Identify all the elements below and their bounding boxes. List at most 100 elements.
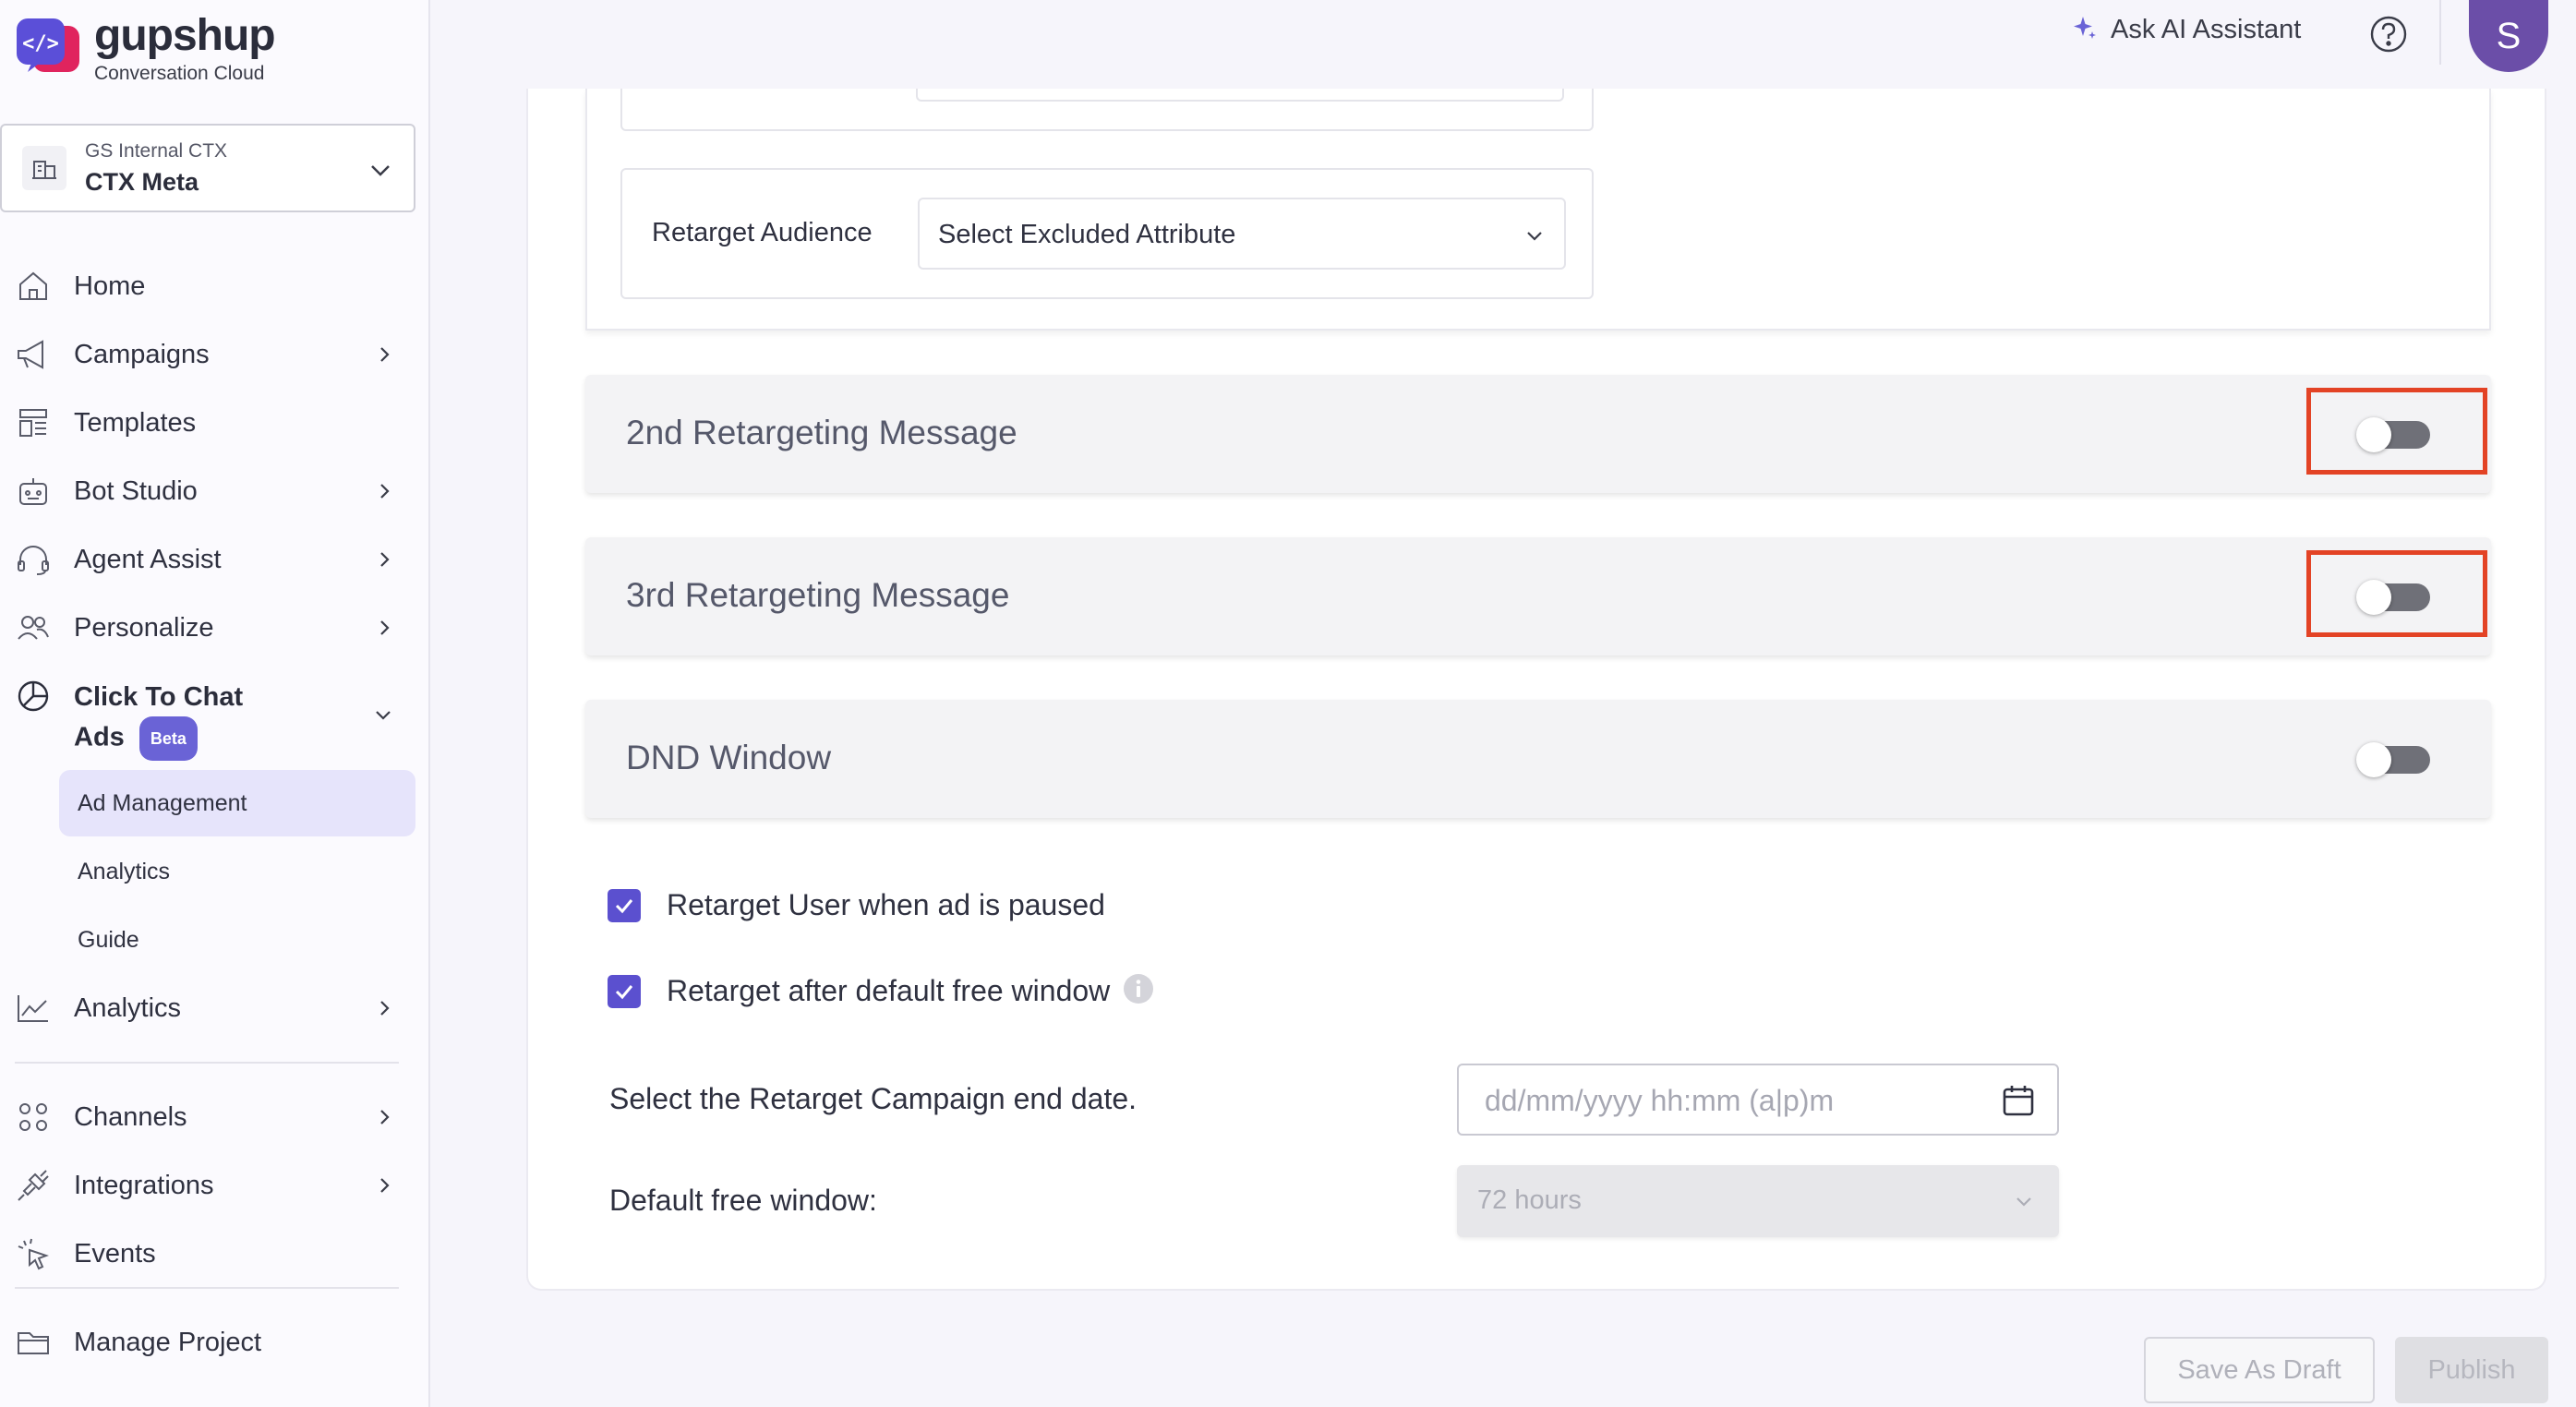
chevron-right-icon: [375, 1108, 393, 1131]
sidebar-item-personalize[interactable]: Personalize: [0, 600, 415, 655]
sidebar-subitem-ad-management[interactable]: Ad Management: [59, 770, 415, 836]
publish-button[interactable]: Publish: [2395, 1337, 2548, 1403]
sidebar-item-label: Ads: [74, 722, 125, 752]
free-window-value: 72 hours: [1477, 1185, 1582, 1215]
sidebar-item-label-line2: Ads Beta: [74, 716, 243, 761]
gupshup-logo-icon: </>: [13, 13, 83, 83]
sidebar-item-integrations[interactable]: Integrations: [0, 1158, 415, 1213]
project-org: GS Internal CTX: [85, 139, 228, 162]
project-selector[interactable]: GS Internal CTX CTX Meta: [0, 124, 415, 212]
chevron-down-icon: [1523, 225, 1546, 252]
calendar-icon[interactable]: [2000, 1082, 2037, 1124]
sidebar-item-home[interactable]: Home: [0, 259, 415, 314]
sidebar-subitem-label: Guide: [78, 926, 139, 953]
pie-chart-icon: [15, 678, 52, 715]
sidebar-item-label: Integrations: [74, 1170, 214, 1200]
bot-icon: [15, 473, 52, 510]
sidebar-item-label: Channels: [74, 1101, 187, 1132]
brand-title: gupshup: [94, 11, 276, 60]
highlight-annotation: [2306, 550, 2487, 637]
channels-icon: [15, 1099, 52, 1136]
option-retarget-paused[interactable]: Retarget User when ad is paused: [608, 888, 1105, 922]
sidebar-item-label: Campaigns: [74, 339, 210, 369]
sidebar-item-bot-studio[interactable]: Bot Studio: [0, 463, 415, 519]
sidebar-item-channels[interactable]: Channels: [0, 1089, 415, 1145]
retarget-audience-row: Retarget Audience Select Excluded Attrib…: [620, 168, 1594, 299]
end-date-label: Select the Retarget Campaign end date.: [609, 1082, 1138, 1115]
highlight-annotation: [2306, 388, 2487, 475]
checkbox-retarget-paused[interactable]: [608, 888, 641, 922]
sidebar-subitem-label: Analytics: [78, 858, 171, 884]
save-draft-button[interactable]: Save As Draft: [2144, 1337, 2375, 1403]
line-chart-icon: [15, 990, 52, 1027]
info-icon[interactable]: [1123, 973, 1154, 1009]
sidebar-item-label: Bot Studio: [74, 475, 198, 506]
toggle-dnd-window[interactable]: [2356, 742, 2430, 777]
check-icon: [615, 898, 633, 913]
sidebar-item-manage-project[interactable]: Manage Project: [0, 1315, 415, 1370]
chevron-right-icon: [375, 482, 393, 505]
sidebar-subitem-label: Ad Management: [78, 789, 247, 816]
section-3rd-retargeting-message[interactable]: 3rd Retargeting Message: [585, 537, 2491, 655]
section-title: 3rd Retargeting Message: [626, 576, 1010, 614]
sidebar-divider: [15, 1062, 399, 1064]
retarget-audience-label: Retarget Audience: [652, 218, 873, 247]
chevron-right-icon: [375, 345, 393, 368]
svg-text:</>: </>: [22, 32, 59, 55]
sidebar-item-label: Home: [74, 271, 146, 301]
sidebar-item-analytics[interactable]: Analytics: [0, 980, 415, 1036]
building-icon: [22, 146, 66, 190]
megaphone-icon: [15, 336, 52, 373]
brand-subtitle: Conversation Cloud: [94, 63, 265, 84]
project-name: CTX Meta: [85, 167, 199, 196]
sidebar-item-label-group: Click To Chat Ads Beta: [74, 678, 243, 761]
chevron-right-icon: [375, 1176, 393, 1199]
checkbox-retarget-free-window[interactable]: [608, 974, 641, 1008]
sidebar-item-click-to-chat-ads[interactable]: Click To Chat Ads Beta: [0, 676, 415, 761]
cursor-click-icon: [15, 1235, 52, 1272]
option-label: Retarget after default free window: [667, 974, 1111, 1007]
sidebar-item-agent-assist[interactable]: Agent Assist: [0, 532, 415, 587]
toggle-knob: [2356, 742, 2391, 777]
folder-icon: [15, 1324, 52, 1361]
sidebar-subitem-analytics[interactable]: Analytics: [59, 838, 415, 905]
end-date-input[interactable]: dd/mm/yyyy hh:mm (a|p)m: [1457, 1064, 2059, 1136]
help-icon[interactable]: [2369, 15, 2408, 58]
section-title: 2nd Retargeting Message: [626, 414, 1017, 451]
chevron-down-icon: [373, 705, 393, 730]
section-2nd-retargeting-message[interactable]: 2nd Retargeting Message: [585, 375, 2491, 493]
sidebar-item-label: Analytics: [74, 992, 182, 1023]
sidebar-item-label: Templates: [74, 407, 197, 438]
end-date-placeholder: dd/mm/yyyy hh:mm (a|p)m: [1485, 1084, 1835, 1117]
sparkle-icon: [2072, 15, 2098, 45]
excluded-attribute-select[interactable]: Select Excluded Attribute: [918, 198, 1566, 270]
section-dnd-window[interactable]: DND Window: [585, 700, 2491, 818]
free-window-select[interactable]: 72 hours: [1457, 1165, 2059, 1237]
sidebar-item-campaigns[interactable]: Campaigns: [0, 327, 415, 382]
sidebar-item-label: Personalize: [74, 612, 214, 643]
option-label: Retarget User when ad is paused: [667, 888, 1105, 921]
chevron-right-icon: [375, 550, 393, 573]
users-icon: [15, 609, 52, 646]
sidebar-item-events[interactable]: Events: [0, 1226, 415, 1281]
brand-logo[interactable]: </> gupshup Conversation Cloud: [13, 11, 276, 85]
ask-ai-button[interactable]: Ask AI Assistant: [2072, 15, 2301, 45]
chevron-right-icon: [375, 999, 393, 1022]
chevron-right-icon: [375, 619, 393, 642]
excluded-attribute-placeholder: Select Excluded Attribute: [938, 220, 1236, 249]
ask-ai-label: Ask AI Assistant: [2111, 15, 2302, 44]
sidebar-item-label: Manage Project: [74, 1327, 262, 1357]
check-icon: [615, 984, 633, 999]
topbar-separator: [2439, 0, 2441, 65]
sidebar-item-label: Click To Chat: [74, 682, 244, 712]
sidebar: </> gupshup Conversation Cloud GS Intern…: [0, 0, 430, 1407]
chevron-down-icon: [367, 157, 393, 187]
sidebar-subitem-guide[interactable]: Guide: [59, 907, 415, 973]
beta-badge: Beta: [138, 716, 198, 761]
option-retarget-free-window[interactable]: Retarget after default free window: [608, 973, 1154, 1009]
home-icon: [15, 268, 52, 305]
sidebar-divider: [15, 1287, 399, 1289]
previous-select-stub: [916, 89, 1564, 102]
sidebar-item-label: Events: [74, 1238, 156, 1269]
sidebar-item-templates[interactable]: Templates: [0, 395, 415, 451]
